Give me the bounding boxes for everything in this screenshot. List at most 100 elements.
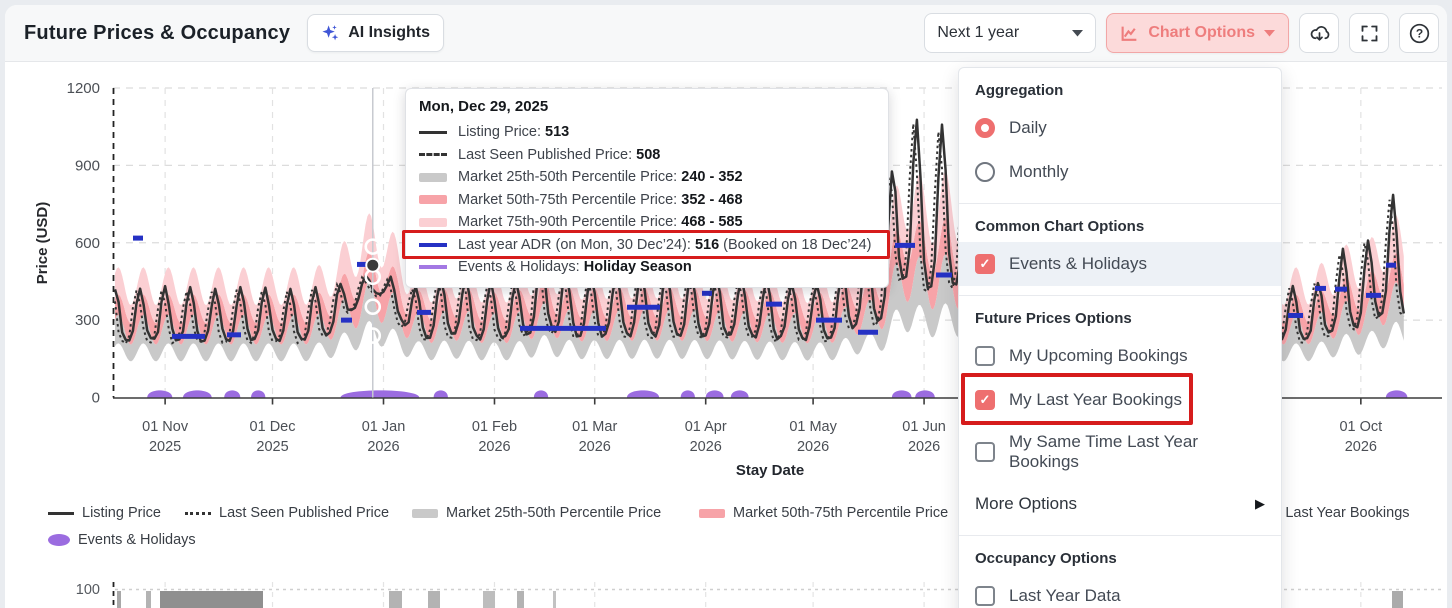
- tooltip-row: Last year ADR (on Mon, 30 Dec’24): 516 (…: [419, 234, 875, 257]
- tooltip-date: Mon, Dec 29, 2025: [419, 98, 875, 115]
- svg-text:100: 100: [76, 582, 100, 598]
- chart-options-button[interactable]: Chart Options: [1106, 13, 1289, 53]
- menu-item-label: My Last Year Bookings: [1009, 390, 1182, 410]
- tooltip-row: Last Seen Published Price: 508: [419, 144, 875, 167]
- svg-text:2026: 2026: [908, 439, 940, 455]
- fullscreen-icon: [1359, 23, 1380, 44]
- menu-section-title: Future Prices Options: [959, 307, 1281, 334]
- radio-checked[interactable]: [975, 118, 995, 138]
- line-dashed-swatch: [419, 153, 447, 156]
- bar-gray-swatch: [412, 509, 438, 518]
- menu-item-my-same-time-last-year-bookings[interactable]: My Same Time Last Year Bookings: [959, 422, 1281, 482]
- legend-label: Listing Price: [82, 505, 161, 521]
- svg-text:2025: 2025: [149, 439, 181, 455]
- help-button[interactable]: ?: [1399, 13, 1439, 53]
- bar-lightpink-swatch: [419, 218, 447, 227]
- checkbox-checked[interactable]: ✓: [975, 254, 995, 274]
- legend-label: Last Seen Published Price: [219, 505, 389, 521]
- menu-item-label: Monthly: [1009, 162, 1069, 182]
- legend-item[interactable]: Last Seen Published Price: [185, 505, 389, 521]
- legend-label: My Last Year Bookings: [1262, 505, 1410, 521]
- svg-text:01 Jun: 01 Jun: [902, 419, 946, 435]
- svg-text:01 Mar: 01 Mar: [572, 419, 617, 435]
- download-button[interactable]: [1299, 13, 1339, 53]
- menu-item-daily[interactable]: Daily: [959, 106, 1281, 150]
- svg-text:01 Oct: 01 Oct: [1339, 419, 1382, 435]
- future-prices-card: Future Prices & Occupancy AI Insights Ne…: [5, 5, 1447, 608]
- chart-tooltip: Mon, Dec 29, 2025 Listing Price: 513Last…: [405, 88, 889, 288]
- svg-text:2026: 2026: [579, 439, 611, 455]
- date-range-value: Next 1 year: [937, 24, 1019, 42]
- menu-section-title: Occupancy Options: [959, 547, 1281, 574]
- line-solid-swatch: [419, 131, 447, 134]
- legend-item[interactable]: Listing Price: [48, 505, 161, 521]
- bar-pink-swatch: [699, 509, 725, 518]
- svg-text:Price (USD): Price (USD): [34, 202, 51, 285]
- menu-section-title: Aggregation: [959, 79, 1281, 106]
- menu-item-my-upcoming-bookings[interactable]: My Upcoming Bookings: [959, 334, 1281, 378]
- menu-item-label: Last Year Data: [1009, 586, 1121, 606]
- panel-header: Future Prices & Occupancy AI Insights Ne…: [5, 5, 1447, 62]
- chart-options-label: Chart Options: [1148, 24, 1255, 42]
- svg-text:01 Jan: 01 Jan: [362, 419, 406, 435]
- svg-text:0: 0: [92, 390, 100, 407]
- menu-item-label: My Upcoming Bookings: [1009, 346, 1188, 366]
- menu-item-label: More Options: [975, 494, 1077, 514]
- menu-item-last-year-data[interactable]: Last Year Data: [959, 574, 1281, 608]
- chevron-down-icon: [1264, 29, 1275, 37]
- svg-text:2026: 2026: [797, 439, 829, 455]
- menu-section-title: Common Chart Options: [959, 215, 1281, 242]
- menu-item-monthly[interactable]: Monthly: [959, 150, 1281, 194]
- page-title: Future Prices & Occupancy: [24, 22, 290, 45]
- menu-item-label: Daily: [1009, 118, 1047, 138]
- line-solid-swatch: [48, 512, 74, 515]
- checkbox-checked[interactable]: ✓: [975, 390, 995, 410]
- ai-insights-button[interactable]: AI Insights: [307, 14, 444, 52]
- svg-text:2026: 2026: [367, 439, 399, 455]
- tooltip-row: Market 50th-75th Percentile Price: 352 -…: [419, 189, 875, 212]
- menu-item-label: Events & Holidays: [1009, 254, 1147, 274]
- legend-label: Market 50th-75th Percentile Price: [733, 505, 948, 521]
- line-blue-swatch: [419, 243, 447, 247]
- ellipse-purple-swatch: [48, 534, 70, 546]
- menu-item-events-holidays[interactable]: ✓ Events & Holidays: [959, 242, 1281, 286]
- legend-item[interactable]: Market 50th-75th Percentile Price: [699, 505, 948, 521]
- svg-text:1200: 1200: [67, 80, 100, 97]
- svg-text:2026: 2026: [478, 439, 510, 455]
- svg-text:01 Feb: 01 Feb: [472, 419, 517, 435]
- menu-item-label: My Same Time Last Year Bookings: [1009, 432, 1265, 472]
- bar-pink-swatch: [419, 195, 447, 204]
- svg-text:01 Nov: 01 Nov: [142, 419, 189, 435]
- chart-line-icon: [1120, 24, 1139, 43]
- svg-text:01 May: 01 May: [789, 419, 837, 435]
- submenu-arrow-icon: ▶: [1255, 496, 1265, 512]
- date-range-select[interactable]: Next 1 year: [924, 13, 1096, 53]
- legend-item[interactable]: Market 25th-50th Percentile Price: [412, 505, 661, 521]
- svg-text:01 Dec: 01 Dec: [250, 419, 296, 435]
- chevron-down-icon: [1072, 29, 1083, 37]
- help-icon: ?: [1408, 22, 1431, 45]
- radio-unchecked[interactable]: [975, 162, 995, 182]
- svg-text:600: 600: [75, 235, 100, 252]
- menu-item-my-last-year-bookings[interactable]: ✓ My Last Year Bookings: [959, 378, 1281, 422]
- legend-item[interactable]: Events & Holidays: [48, 532, 196, 548]
- tooltip-row: Market 25th-50th Percentile Price: 240 -…: [419, 166, 875, 189]
- checkbox-unchecked[interactable]: [975, 346, 995, 366]
- chart-options-menu: Aggregation Daily Monthly Common Chart Opti…: [958, 67, 1282, 608]
- fullscreen-button[interactable]: [1349, 13, 1389, 53]
- checkbox-unchecked[interactable]: [975, 586, 995, 606]
- tooltip-row: Listing Price: 513: [419, 121, 875, 144]
- menu-item-more-options[interactable]: More Options ▶: [959, 482, 1281, 526]
- svg-text:2026: 2026: [690, 439, 722, 455]
- checkbox-unchecked[interactable]: [975, 442, 995, 462]
- svg-text:Stay Date: Stay Date: [736, 462, 804, 479]
- svg-text:900: 900: [75, 157, 100, 174]
- svg-text:300: 300: [75, 312, 100, 329]
- cloud-download-icon: [1308, 22, 1331, 45]
- svg-text:2025: 2025: [256, 439, 288, 455]
- ai-insights-label: AI Insights: [348, 24, 430, 42]
- tooltip-row: Events & Holidays: Holiday Season: [419, 256, 875, 279]
- legend-label: Events & Holidays: [78, 532, 196, 548]
- tooltip-row: Market 75th-90th Percentile Price: 468 -…: [419, 211, 875, 234]
- svg-text:01 Apr: 01 Apr: [685, 419, 727, 435]
